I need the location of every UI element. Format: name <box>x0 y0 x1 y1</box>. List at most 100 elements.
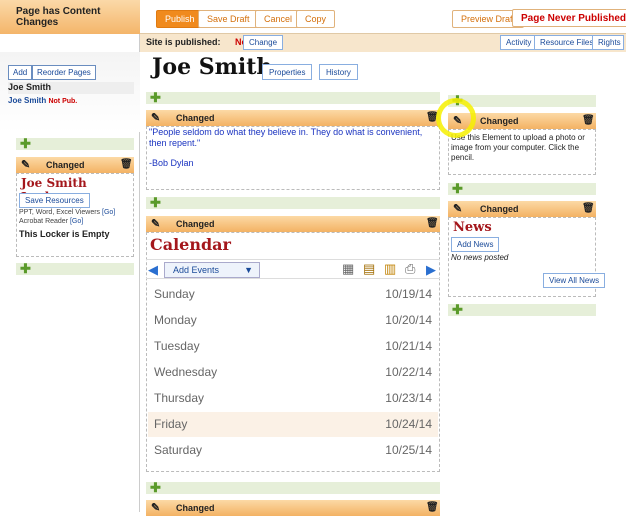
add-element-icon[interactable]: ✚ <box>452 182 466 196</box>
add-element-bar[interactable]: ✚ <box>146 91 440 105</box>
add-element-bar[interactable]: ✚ <box>146 481 440 495</box>
activity-button[interactable]: Activity <box>500 35 538 50</box>
day-date: 10/19/14 <box>385 287 432 301</box>
never-published-badge: Page Never Published <box>512 9 626 27</box>
add-element-icon[interactable]: ✚ <box>150 91 164 105</box>
trash-icon[interactable]: 🗑 <box>120 159 133 171</box>
bottom-changed-bar: ✎ Changed 🗑 <box>146 500 440 516</box>
add-element-bar[interactable]: ✚ <box>448 182 596 196</box>
chevron-down-icon: ▼ <box>244 265 253 275</box>
news-title: News <box>453 220 492 235</box>
add-events-label: Add Events <box>173 265 220 275</box>
change-button[interactable]: Change <box>243 35 284 50</box>
calendar-day-row[interactable]: Tuesday 10/21/14 <box>148 334 438 359</box>
next-week-icon[interactable]: ▶ <box>426 262 436 278</box>
calendar-changed-bar: ✎ Changed 🗑 <box>146 216 440 232</box>
viewer-go-link[interactable]: [Go] <box>102 209 115 216</box>
calendar-day-row[interactable]: Sunday 10/19/14 <box>148 282 438 307</box>
trash-icon[interactable]: 🗑 <box>582 115 595 127</box>
rights-button[interactable]: Rights <box>592 35 624 50</box>
calendar-day-row[interactable]: Thursday 10/23/14 <box>148 386 438 411</box>
pencil-icon[interactable]: ✎ <box>151 112 163 124</box>
resource-files-button[interactable]: Resource Files <box>534 35 600 50</box>
day-name: Wednesday <box>154 365 218 379</box>
news-element: News Add News No news posted View All Ne… <box>448 217 606 297</box>
calendar-toolbar: ◀ Add Events ▼ ▦ ▤ ▥ ⎙ ▶ <box>146 259 440 279</box>
add-element-icon[interactable]: ✚ <box>150 481 164 495</box>
save-draft-button[interactable]: Save Draft <box>198 10 259 28</box>
page-list-panel: Add Reorder Pages Joe Smith Joe Smith No… <box>0 52 140 132</box>
day-name: Sunday <box>154 287 195 301</box>
pencil-icon[interactable]: ✎ <box>151 218 163 230</box>
history-button[interactable]: History <box>319 64 358 80</box>
locker-changed-bar: ✎ Changed 🗑 <box>16 157 134 173</box>
week-view-icon[interactable]: ▤ <box>363 261 375 277</box>
add-element-bar[interactable]: ✚ <box>16 137 134 151</box>
changed-label: Changed <box>176 113 215 123</box>
quote-text: "People seldom do what they believe in. … <box>149 127 423 148</box>
no-news-text: No news posted <box>451 253 509 262</box>
sidebar-page-link[interactable]: Joe Smith <box>8 96 46 105</box>
print-icon[interactable]: ⎙ <box>405 261 415 277</box>
page-status-label: Page has Content Changes <box>0 0 140 34</box>
view-all-news-button[interactable]: View All News <box>543 273 606 288</box>
day-name: Monday <box>154 313 197 327</box>
quote-element: "People seldom do what they believe in. … <box>146 126 440 190</box>
pencil-icon[interactable]: ✎ <box>453 203 465 215</box>
reorder-pages-button[interactable]: Reorder Pages <box>32 65 96 80</box>
site-published-label: Site is published: <box>146 37 221 47</box>
trash-icon[interactable]: 🗑 <box>426 502 439 514</box>
top-toolbar: Page has Content Changes Publish Save Dr… <box>0 0 626 34</box>
add-events-dropdown[interactable]: Add Events ▼ <box>164 262 260 278</box>
calendar-day-row[interactable]: Monday 10/20/14 <box>148 308 438 333</box>
photo-element: Use this Element to upload a photo or im… <box>448 129 596 175</box>
calendar-day-row[interactable]: Saturday 10/25/14 <box>148 438 438 463</box>
add-page-button[interactable]: Add <box>8 65 33 80</box>
add-news-button[interactable]: Add News <box>451 237 500 252</box>
quote-author: -Bob Dylan <box>149 158 194 168</box>
day-date: 10/21/14 <box>385 339 432 353</box>
add-element-icon[interactable]: ✚ <box>20 262 34 276</box>
pencil-icon[interactable]: ✎ <box>151 502 163 514</box>
add-element-icon[interactable]: ✚ <box>452 303 466 317</box>
add-element-bar[interactable]: ✚ <box>448 303 596 317</box>
acrobat-line: Acrobat Reader [Go] <box>19 218 83 225</box>
save-resources-button[interactable]: Save Resources <box>19 193 90 208</box>
locker-element: Joe Smith Locker Save Resources PPT, Wor… <box>16 173 134 257</box>
cancel-button[interactable]: Cancel <box>255 10 302 28</box>
add-element-icon[interactable]: ✚ <box>20 137 34 151</box>
day-view-icon[interactable]: ▥ <box>384 261 396 277</box>
trash-icon[interactable]: 🗑 <box>582 203 595 215</box>
trash-icon[interactable]: 🗑 <box>426 218 439 230</box>
day-name: Thursday <box>154 391 205 405</box>
properties-button[interactable]: Properties <box>262 64 313 80</box>
changed-label: Changed <box>480 116 519 126</box>
highlight-ring <box>436 98 476 138</box>
calendar-title: Calendar <box>150 235 231 254</box>
page-title: Joe Smith <box>152 54 273 80</box>
changed-label: Changed <box>480 204 519 214</box>
add-element-icon[interactable]: ✚ <box>150 196 164 210</box>
month-view-icon[interactable]: ▦ <box>342 261 354 277</box>
add-element-bar[interactable]: ✚ <box>16 262 134 276</box>
trash-icon[interactable]: 🗑 <box>426 112 439 124</box>
viewer-text: PPT, Word, Excel Viewers <box>19 209 101 216</box>
news-changed-bar: ✎ Changed 🗑 <box>448 201 596 217</box>
day-date: 10/20/14 <box>385 313 432 327</box>
publish-button[interactable]: Publish <box>156 10 204 28</box>
calendar-day-row[interactable]: Wednesday 10/22/14 <box>148 360 438 385</box>
add-element-bar[interactable]: ✚ <box>146 196 440 210</box>
day-name: Saturday <box>154 443 203 457</box>
viewer-line: PPT, Word, Excel Viewers [Go] <box>19 209 115 216</box>
calendar-day-row[interactable]: Friday 10/24/14 <box>148 412 438 437</box>
copy-button[interactable]: Copy <box>296 10 336 28</box>
sidebar-page-item[interactable]: Joe Smith Not Pub. <box>8 96 77 105</box>
day-date: 10/22/14 <box>385 365 432 379</box>
changed-label: Changed <box>176 219 215 229</box>
prev-week-icon[interactable]: ◀ <box>148 262 158 278</box>
day-date: 10/25/14 <box>385 443 432 457</box>
pencil-icon[interactable]: ✎ <box>21 159 33 171</box>
day-name: Tuesday <box>154 339 200 353</box>
acrobat-go-link[interactable]: [Go] <box>70 218 83 225</box>
day-date: 10/23/14 <box>385 391 432 405</box>
